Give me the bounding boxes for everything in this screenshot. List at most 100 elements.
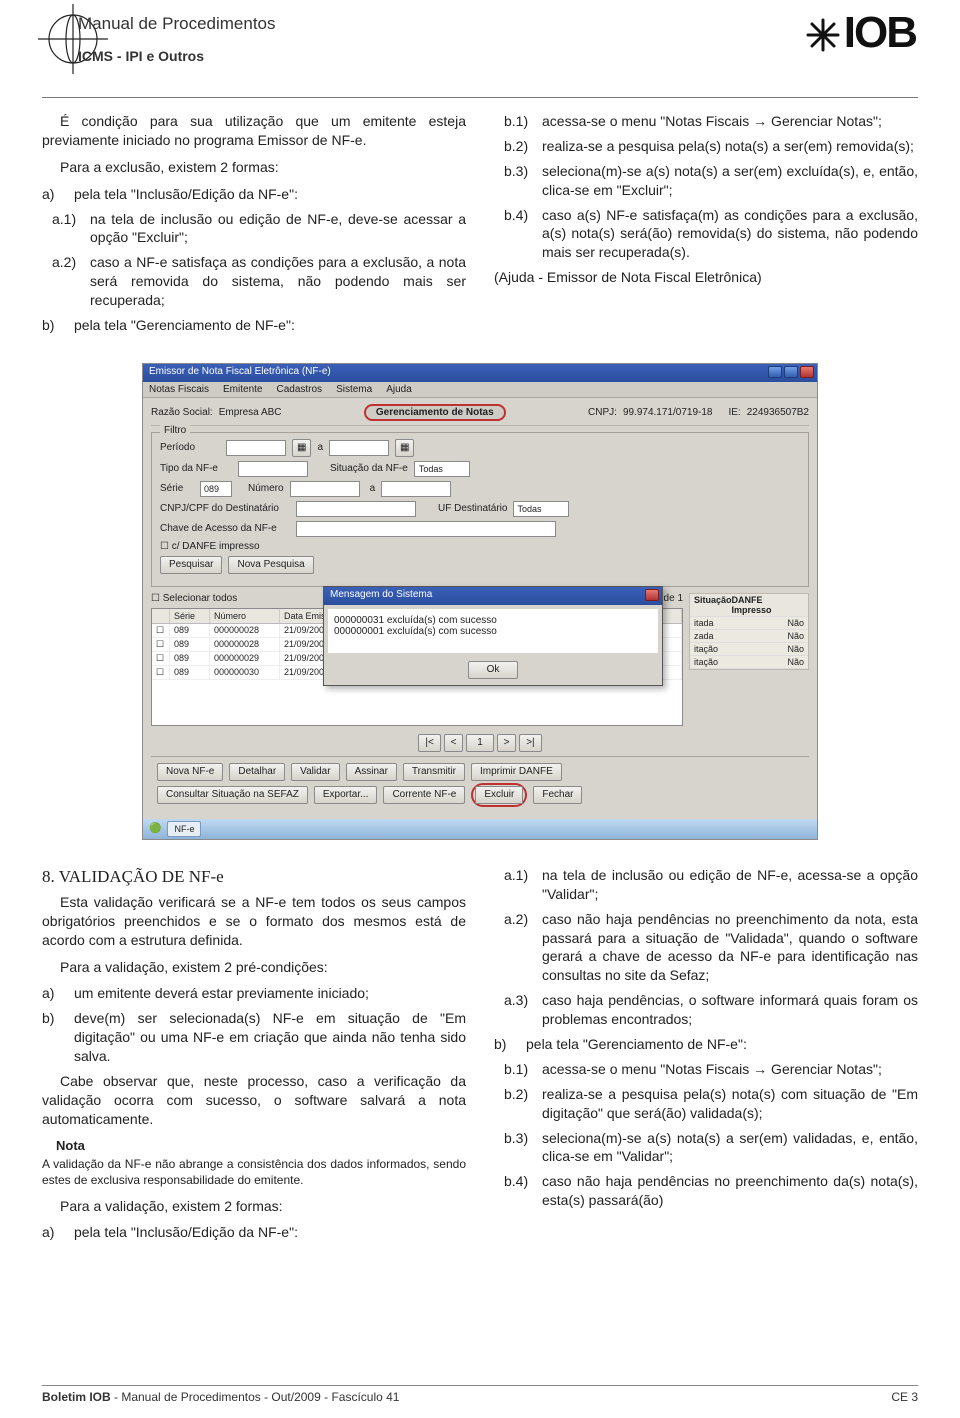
gerenciamento-tag: Gerenciamento de Notas: [364, 404, 506, 421]
b2l-p1: Esta validação verificará se a NF-e tem …: [42, 893, 466, 950]
close-button[interactable]: [800, 366, 814, 378]
uf-dest-select[interactable]: Todas: [513, 501, 569, 517]
start-icon[interactable]: 🟢: [149, 823, 161, 834]
section-8-heading: 8. VALIDAÇÃO DE NF-e: [42, 866, 466, 889]
pesquisar-button[interactable]: Pesquisar: [160, 556, 222, 574]
dialog-line2: 000000001 excluída(s) com sucesso: [334, 626, 652, 637]
validar-button[interactable]: Validar: [291, 763, 339, 781]
consultar-sefaz-button[interactable]: Consultar Situação na SEFAZ: [157, 786, 308, 804]
chave-label: Chave de Acesso da NF-e: [160, 523, 290, 534]
detalhar-button[interactable]: Detalhar: [229, 763, 285, 781]
b2l-item-b: deve(m) ser selecionada(s) NF-e em situa…: [42, 1009, 466, 1066]
transmitir-button[interactable]: Transmitir: [403, 763, 465, 781]
table-row[interactable]: itaçãoNão: [690, 643, 808, 656]
iob-logo: IOB: [806, 8, 916, 58]
b1r-item-b4: caso a(s) NF-e satisfaça(m) as condições…: [494, 206, 918, 263]
b1l-item-b: pela tela "Gerenciamento de NF-e":: [42, 316, 466, 335]
nova-pesquisa-button[interactable]: Nova Pesquisa: [228, 556, 313, 574]
tipo-label: Tipo da NF-e: [160, 463, 232, 474]
numero-a: a: [370, 483, 376, 494]
block1-right-column: acessa-se o menu "Notas Fiscais → Gerenc…: [494, 112, 918, 341]
col-check: [152, 609, 170, 623]
cnpj-value: 99.974.171/0719-18: [623, 407, 713, 418]
dialog-titlebar[interactable]: Mensagem do Sistema: [324, 587, 662, 605]
b2l-item-a: um emitente deverá estar previamente ini…: [42, 984, 466, 1003]
b1r-item-b2: realiza-se a pesquisa pela(s) nota(s) a …: [494, 137, 918, 156]
page-header: Manual de Procedimentos ICMS - IPI e Out…: [42, 0, 918, 98]
b1l-item-a1: na tela de inclusão ou edição de NF-e, d…: [42, 210, 466, 248]
b1r-ajuda: (Ajuda - Emissor de Nota Fiscal Eletrôni…: [494, 268, 918, 287]
window-body: Razão Social: Empresa ABC Gerenciamento …: [143, 398, 817, 819]
nav-first-button[interactable]: |<: [418, 734, 440, 752]
nav-page-button[interactable]: 1: [466, 734, 494, 752]
nav-next-button[interactable]: >: [497, 734, 517, 752]
menu-cadastros[interactable]: Cadastros: [276, 384, 322, 395]
table-row[interactable]: zadaNão: [690, 630, 808, 643]
taskbar-item-nfe[interactable]: NF-e: [167, 821, 201, 837]
chave-input[interactable]: [296, 521, 556, 537]
window-title: Emissor de Nota Fiscal Eletrônica (NF-e): [143, 364, 817, 379]
numero-input[interactable]: [290, 481, 360, 497]
assinar-button[interactable]: Assinar: [346, 763, 397, 781]
dialog-ok-button[interactable]: Ok: [468, 661, 519, 679]
block1-left-column: É condição para sua utilização que um em…: [42, 112, 466, 341]
asterisk-icon: [806, 18, 840, 52]
col-danfe-imp: DANFE Impresso: [732, 595, 804, 615]
menu-notas-fiscais[interactable]: Notas Fiscais: [149, 384, 209, 395]
periodo-to-cal-icon[interactable]: ▦: [395, 439, 414, 457]
b2r-item-b2: realiza-se a pesquisa pela(s) nota(s) co…: [494, 1085, 918, 1123]
menu-sistema[interactable]: Sistema: [336, 384, 372, 395]
maximize-button[interactable]: [784, 366, 798, 378]
table-row[interactable]: itaçãoNão: [690, 656, 808, 669]
b1l-formas: Para a exclusão, existem 2 formas:: [42, 158, 466, 177]
cnpj-dest-input[interactable]: [296, 501, 416, 517]
situacao-label: Situação da NF-e: [330, 463, 408, 474]
danfe-checkbox[interactable]: ☐ c/ DANFE impresso: [160, 541, 260, 552]
window-titlebar[interactable]: Emissor de Nota Fiscal Eletrônica (NF-e): [143, 364, 817, 382]
menu-ajuda[interactable]: Ajuda: [386, 384, 412, 395]
header-title: Manual de Procedimentos: [78, 14, 276, 34]
fechar-button[interactable]: Fechar: [533, 786, 582, 804]
tipo-select[interactable]: [238, 461, 308, 477]
b1l-item-a: pela tela "Inclusão/Edição da NF-e":: [42, 185, 466, 204]
periodo-label: Período: [160, 442, 220, 453]
nav-prev-button[interactable]: <: [444, 734, 464, 752]
periodo-from-cal-icon[interactable]: ▦: [292, 439, 311, 457]
nova-nfe-button[interactable]: Nova NF-e: [157, 763, 223, 781]
sel-all-checkbox[interactable]: ☐ Selecionar todos: [151, 593, 237, 604]
numero-input-to[interactable]: [381, 481, 451, 497]
serie-label: Série: [160, 483, 194, 494]
b1l-item-a2: caso a NF-e satisfaça as condições para …: [42, 253, 466, 310]
nav-last-button[interactable]: >|: [519, 734, 541, 752]
excluir-button[interactable]: Excluir: [475, 786, 523, 804]
imprimir-danfe-button[interactable]: Imprimir DANFE: [471, 763, 562, 781]
ie-value: 224936507B2: [747, 407, 809, 418]
filtro-legend: Filtro: [160, 425, 190, 436]
periodo-to-input[interactable]: [329, 440, 389, 456]
serie-input[interactable]: 089: [200, 481, 232, 497]
text-block-2: 8. VALIDAÇÃO DE NF-e Esta validação veri…: [42, 866, 918, 1248]
footer-left: Boletim IOB - Manual de Procedimentos - …: [42, 1390, 399, 1404]
b2l-item-a2: pela tela "Inclusão/Edição da NF-e":: [42, 1223, 466, 1242]
menu-emitente[interactable]: Emitente: [223, 384, 262, 395]
filtro-fieldset: Filtro Período ▦ a ▦ Tipo da NF-e Situaç…: [151, 432, 809, 587]
corrente-nfe-button[interactable]: Corrente NF-e: [383, 786, 465, 804]
b1r-item-b3: seleciona(m)-se a(s) nota(s) a ser(em) e…: [494, 162, 918, 200]
exportar-button[interactable]: Exportar...: [314, 786, 378, 804]
uf-dest-label: UF Destinatário: [438, 503, 507, 514]
razao-value: Empresa ABC: [219, 407, 282, 418]
results-grid-right[interactable]: Situação DANFE Impresso itadaNãozadaNãoi…: [689, 593, 809, 670]
b2r-item-b1: acessa-se o menu "Notas Fiscais → Gerenc…: [494, 1060, 918, 1079]
b1l-intro: É condição para sua utilização que um em…: [42, 112, 466, 150]
ie-label: IE:: [728, 407, 740, 418]
periodo-from-input[interactable]: [226, 440, 286, 456]
header-subtitle: ICMS - IPI e Outros: [78, 48, 276, 64]
table-row[interactable]: itadaNão: [690, 617, 808, 630]
system-message-dialog: Mensagem do Sistema 000000031 excluída(s…: [323, 586, 663, 686]
nota-label: Nota: [56, 1137, 466, 1155]
logo-text: IOB: [844, 8, 916, 57]
razao-label: Razão Social:: [151, 407, 213, 418]
situacao-select[interactable]: Todas: [414, 461, 470, 477]
minimize-button[interactable]: [768, 366, 782, 378]
dialog-close-button[interactable]: [645, 589, 659, 601]
